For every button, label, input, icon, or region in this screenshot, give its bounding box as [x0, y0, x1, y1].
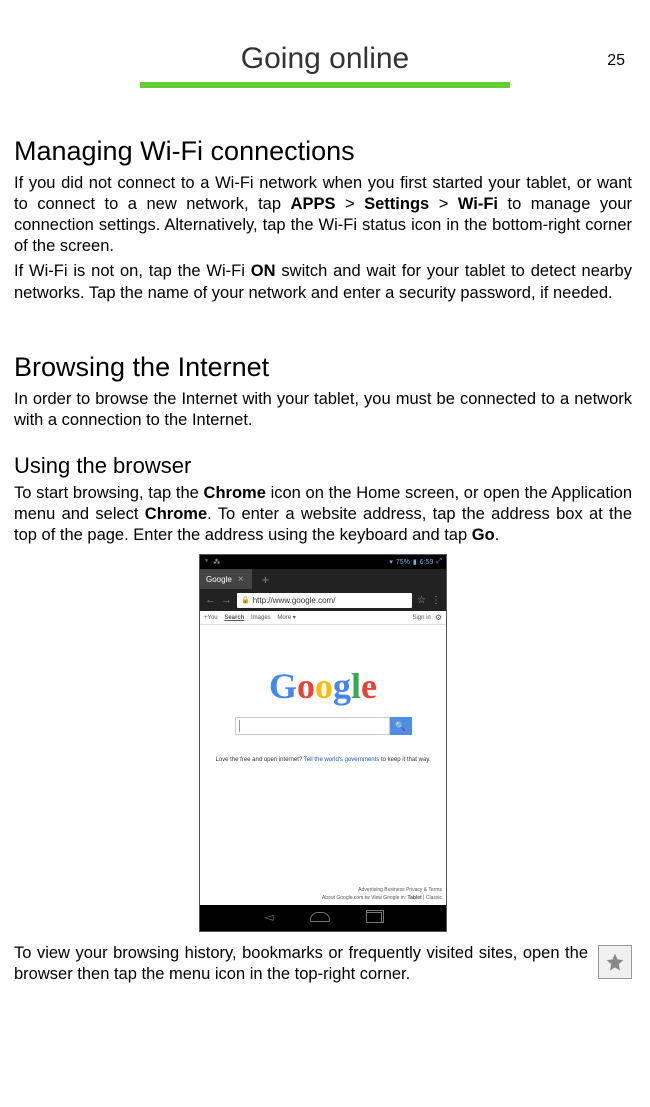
star-icon[interactable]: ☆ [417, 595, 426, 606]
page-title: Going online [0, 42, 650, 76]
close-icon[interactable]: × [238, 574, 244, 585]
paragraph-wifi-2: If Wi-Fi is not on, tap the Wi-Fi ON swi… [14, 261, 632, 303]
google-footer: Advertising Business Privacy & Terms Abo… [200, 884, 446, 905]
footer-line1: Advertising Business Privacy & Terms [204, 887, 442, 895]
tab-title: Google [206, 575, 232, 584]
logo-o2: o [315, 665, 333, 707]
page-body: G o o g l e 🔍 Love the free and open int… [200, 625, 446, 905]
logo-l: l [351, 665, 361, 707]
bottom-text-wrap: To view your browsing history, bookmarks… [14, 943, 632, 989]
heading-using-browser: Using the browser [14, 453, 632, 479]
heading-browsing: Browsing the Internet [14, 352, 632, 383]
bold-wifi: Wi-Fi [458, 195, 498, 213]
battery-text: 75% [396, 559, 410, 566]
search-input[interactable] [235, 717, 390, 735]
sun-icon: ⁂ [213, 558, 220, 566]
tab-row: Google × + [200, 569, 446, 589]
status-right: ▾ 75% ▮ 6:59 ⤢ [389, 558, 442, 566]
home-button[interactable] [310, 912, 330, 922]
gear-icon[interactable]: ⚙ [435, 613, 442, 622]
bold-chrome-2: Chrome [145, 505, 207, 523]
tagline: Love the free and open internet? Tell th… [215, 757, 430, 763]
forward-icon[interactable]: → [221, 594, 232, 606]
nav-more[interactable]: More ▾ [277, 615, 295, 621]
screenshot-container: ♆ ⁂ ▾ 75% ▮ 6:59 ⤢ Google × + [14, 554, 632, 937]
paragraph-history: To view your browsing history, bookmarks… [14, 943, 588, 985]
logo-o1: o [297, 665, 315, 707]
time-text: 6:59 [420, 559, 434, 566]
bold-apps: APPS [291, 195, 336, 213]
search-wrap: 🔍 [235, 717, 412, 735]
logo-e: e [361, 665, 377, 707]
android-nav-bar: ◅ [200, 905, 446, 929]
magnifier-icon: 🔍 [395, 721, 406, 732]
wifi-icon: ▾ [389, 558, 393, 566]
status-left: ♆ ⁂ [204, 558, 220, 566]
device-screenshot: ♆ ⁂ ▾ 75% ▮ 6:59 ⤢ Google × + [199, 554, 447, 932]
content-area: Managing Wi-Fi connections If you did no… [0, 136, 650, 989]
title-underline [140, 82, 510, 88]
url-text: http://www.google.com/ [253, 596, 336, 605]
footer-line2-pre: About Google.com.tw View Google in: [322, 895, 408, 901]
footer-line2: About Google.com.tw View Google in: Tabl… [204, 895, 442, 903]
nav-you[interactable]: +You [204, 615, 218, 621]
tagline-pre: Love the free and open internet? [215, 757, 303, 763]
text: If Wi-Fi is not on, tap the Wi-Fi [14, 262, 251, 280]
google-nav-bar: +You Search Images More ▾ Sign in ⚙ [200, 611, 446, 625]
tagline-link[interactable]: Tell the world's governments [304, 757, 380, 763]
new-tab-button[interactable]: + [252, 572, 280, 587]
bold-go: Go [472, 526, 495, 544]
back-icon[interactable]: ← [205, 594, 216, 606]
text: > [429, 195, 458, 213]
logo-g1: G [269, 665, 297, 707]
bookmarks-icon [598, 945, 632, 979]
psi-icon: ♆ [204, 558, 209, 566]
address-bar[interactable]: 🔒 http://www.google.com/ [237, 593, 412, 608]
recent-button[interactable] [366, 912, 382, 923]
text: To start browsing, tap the [14, 484, 204, 502]
bold-settings: Settings [364, 195, 429, 213]
footer-line2-bold: Tablet [407, 895, 421, 901]
back-button[interactable]: ◅ [264, 910, 273, 924]
heading-wifi: Managing Wi-Fi connections [14, 136, 632, 167]
paragraph-wifi-1: If you did not connect to a Wi-Fi networ… [14, 173, 632, 257]
menu-icon[interactable]: ⋮ [431, 595, 441, 606]
gnav-right: Sign in ⚙ [412, 613, 442, 622]
title-block: Going online [0, 42, 650, 88]
logo-g2: g [333, 665, 351, 707]
nav-signin[interactable]: Sign in [412, 615, 430, 621]
search-button[interactable]: 🔍 [390, 717, 412, 735]
paragraph-using-browser: To start browsing, tap the Chrome icon o… [14, 483, 632, 546]
text-cursor [239, 720, 240, 732]
google-logo: G o o g l e [269, 665, 377, 707]
paragraph-browsing-intro: In order to browse the Internet with you… [14, 389, 632, 431]
footer-line2-post: | Classic [422, 895, 442, 901]
lock-icon: 🔒 [241, 596, 250, 604]
browser-tab[interactable]: Google × [200, 569, 252, 589]
browser-chrome: Google × + ← → 🔒 http://www.google.com/ … [200, 569, 446, 611]
bold-chrome-1: Chrome [204, 484, 266, 502]
text: > [335, 195, 364, 213]
expand-icon: ⤢ [436, 558, 442, 566]
tagline-post: to keep it that way. [379, 757, 430, 763]
bold-on: ON [251, 262, 276, 280]
nav-images[interactable]: Images [251, 615, 271, 621]
page-number: 25 [607, 52, 625, 70]
battery-icon: ▮ [413, 558, 417, 566]
status-bar: ♆ ⁂ ▾ 75% ▮ 6:59 ⤢ [200, 555, 446, 569]
text: . [495, 526, 500, 544]
nav-search[interactable]: Search [224, 615, 244, 621]
url-row: ← → 🔒 http://www.google.com/ ☆ ⋮ [200, 589, 446, 611]
gnav-left: +You Search Images More ▾ [204, 614, 301, 621]
